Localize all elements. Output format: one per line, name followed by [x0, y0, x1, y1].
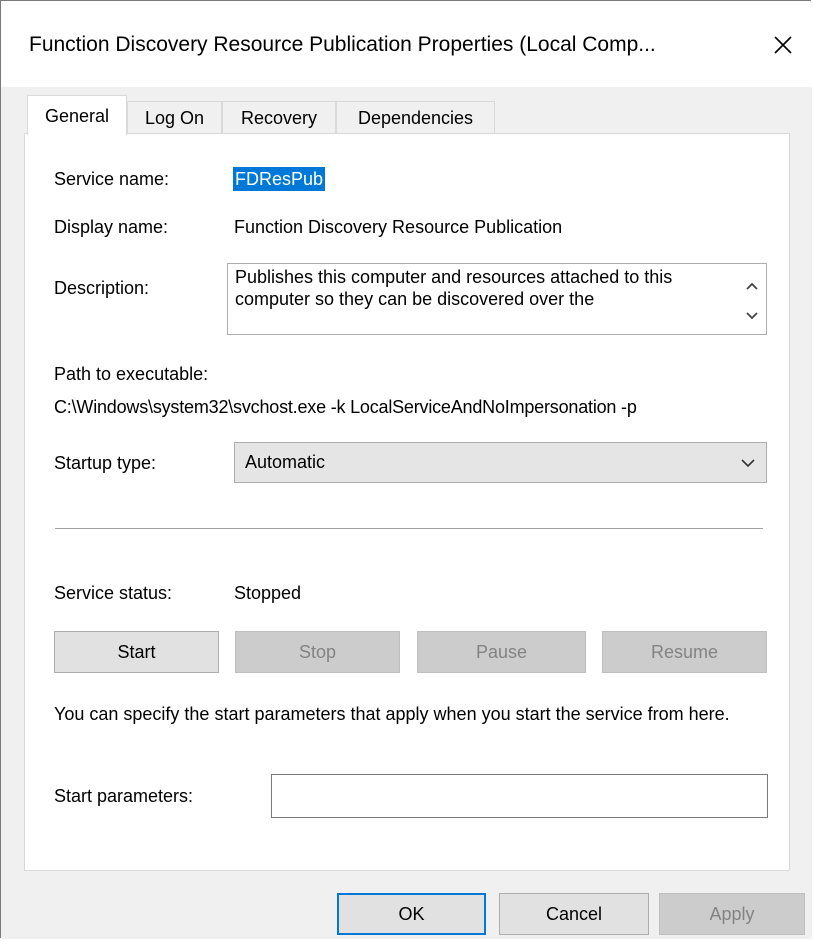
description-textbox[interactable]: Publishes this computer and resources at… — [227, 263, 767, 335]
chevron-up-icon — [746, 282, 758, 290]
path-value[interactable]: C:\Windows\system32\svchost.exe -k Local… — [54, 397, 637, 418]
window-title: Function Discovery Resource Publication … — [29, 33, 656, 56]
separator — [55, 528, 763, 529]
chevron-down-icon — [746, 312, 758, 320]
cancel-button[interactable]: Cancel — [499, 893, 649, 935]
close-icon — [774, 36, 792, 54]
tab-log-on[interactable]: Log On — [127, 101, 222, 133]
apply-button[interactable]: Apply — [659, 893, 805, 935]
startup-type-value: Automatic — [245, 452, 326, 472]
startup-type-label: Startup type: — [54, 453, 157, 473]
service-status-label: Service status: — [54, 583, 173, 603]
start-params-label: Start parameters: — [54, 786, 194, 806]
description-text: Publishes this computer and resources at… — [235, 267, 673, 309]
tab-general-label: General — [44, 106, 110, 126]
properties-dialog: Function Discovery Resource Publication … — [0, 0, 812, 939]
tab-general[interactable]: General — [27, 95, 127, 135]
close-button[interactable] — [761, 23, 805, 67]
tab-recovery-label: Recovery — [240, 108, 318, 128]
ok-button[interactable]: OK — [337, 893, 486, 935]
path-label: Path to executable: — [54, 364, 209, 384]
service-status-value: Stopped — [234, 583, 302, 603]
chevron-down-icon — [741, 459, 755, 468]
tab-log-on-label: Log On — [144, 108, 205, 128]
display-name-label: Display name: — [54, 217, 169, 237]
service-name-value[interactable]: FDResPub — [233, 167, 326, 191]
general-tab-panel — [24, 133, 790, 871]
start-button[interactable]: Start — [54, 631, 219, 673]
start-params-input[interactable] — [271, 774, 768, 818]
service-name-label: Service name: — [54, 169, 170, 189]
scroll-up-button[interactable] — [742, 276, 762, 296]
resume-button[interactable]: Resume — [602, 631, 767, 673]
description-label: Description: — [54, 278, 150, 298]
tab-dependencies[interactable]: Dependencies — [336, 101, 495, 133]
title-bar: Function Discovery Resource Publication … — [1, 1, 812, 87]
scroll-down-button[interactable] — [742, 306, 762, 326]
pause-button[interactable]: Pause — [417, 631, 586, 673]
display-name-value[interactable]: Function Discovery Resource Publication — [234, 217, 562, 238]
stop-button[interactable]: Stop — [235, 631, 400, 673]
start-params-help-text: You can specify the start parameters tha… — [54, 704, 730, 724]
tab-recovery[interactable]: Recovery — [222, 101, 336, 133]
tab-dependencies-label: Dependencies — [357, 108, 474, 128]
startup-type-dropdown[interactable]: Automatic — [234, 442, 767, 483]
